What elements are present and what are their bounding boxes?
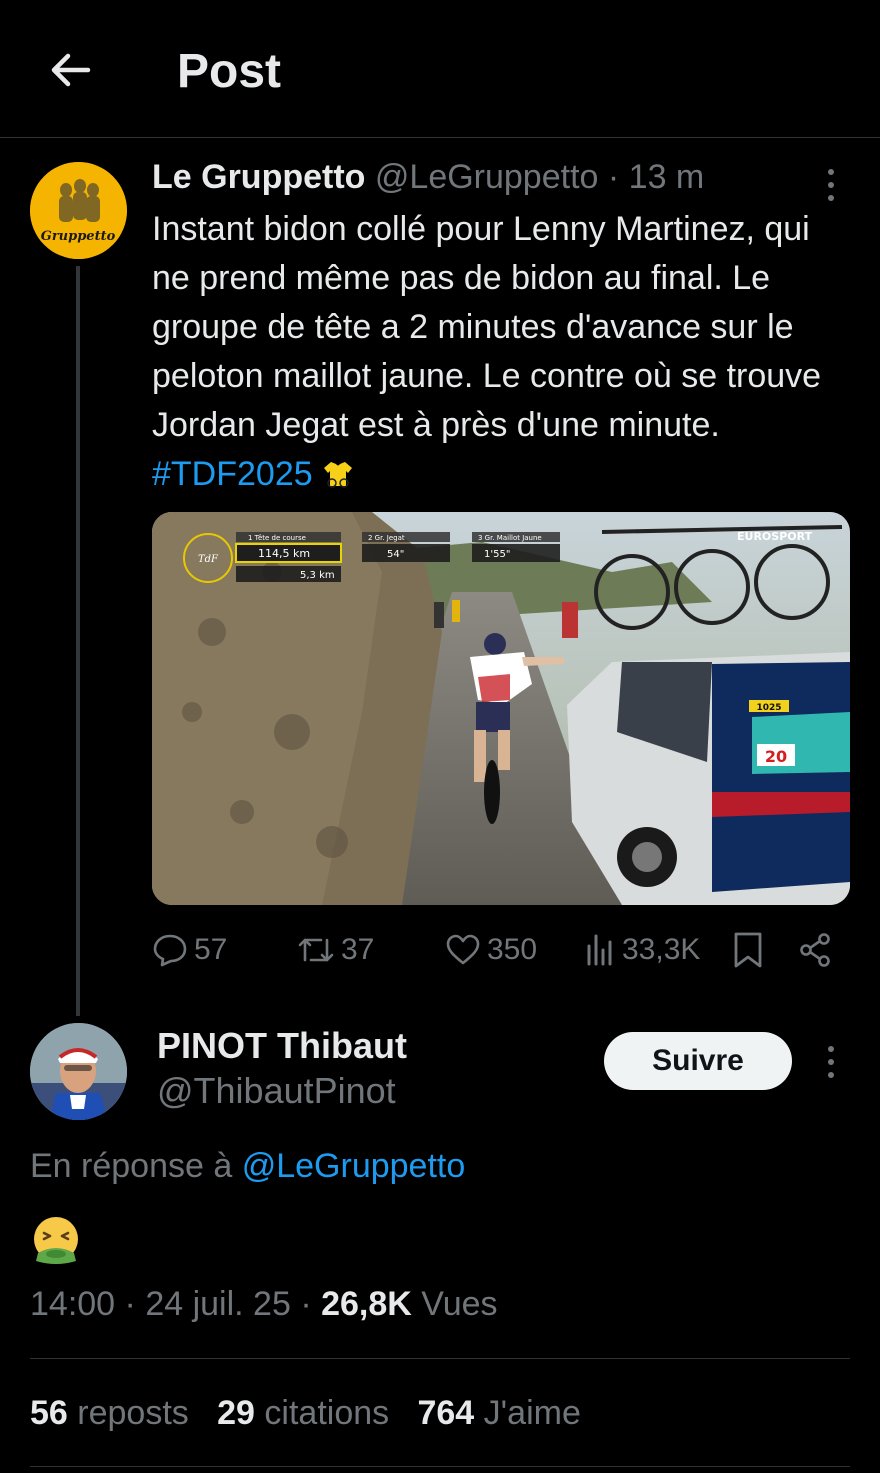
repost-icon [298,938,334,962]
tweet-actions: 57 37 350 33,3K [152,925,842,975]
svg-text:2 Gr. Jegat: 2 Gr. Jegat [368,534,405,542]
reply-button[interactable]: 57 [152,925,227,975]
reply-context: En réponse à @LeGruppetto [30,1147,465,1186]
reposts-label: reposts [77,1394,189,1432]
reply-author-handle[interactable]: @ThibautPinot [157,1070,396,1112]
divider [30,1466,850,1467]
arrow-left-icon [51,53,91,87]
reposts-count: 56 [30,1394,68,1432]
like-count: 350 [487,933,538,966]
gruppetto-logo: Gruppetto [30,162,127,259]
bookmark-button[interactable] [732,925,764,975]
svg-text:3 Gr. Maillot Jaune: 3 Gr. Maillot Jaune [478,534,542,542]
post-date[interactable]: 24 juil. 25 [145,1285,291,1323]
repost-count: 37 [341,933,375,966]
svg-text:5,3 km: 5,3 km [300,570,335,581]
views-label: Vues [421,1285,498,1323]
thread-line [76,266,80,1016]
nauseated-face-icon [34,1217,78,1264]
share-button[interactable] [797,925,833,975]
svg-text:54": 54" [387,549,404,560]
divider [30,1358,850,1359]
meta-separator: · [300,1285,312,1323]
reply-mention-link[interactable]: @LeGruppetto [242,1147,466,1185]
author-name[interactable]: Le Gruppetto [152,158,365,196]
tweet-body: Instant bidon collé pour Lenny Martinez,… [152,210,822,444]
post-time[interactable]: 14:00 [30,1285,115,1323]
page-title: Post [177,45,282,98]
back-button[interactable] [44,44,96,96]
reply-more-options-button[interactable] [821,1042,841,1082]
reply-count: 57 [194,933,228,966]
comment-icon [153,934,187,967]
reply-author-name[interactable]: PINOT Thibaut [157,1025,407,1067]
like-button[interactable]: 350 [445,925,537,975]
likes-stat[interactable]: 764 J'aime [417,1394,580,1432]
svg-text:EUROSPORT: EUROSPORT [737,530,813,543]
svg-text:1 Tête de course: 1 Tête de course [248,534,306,542]
heart-icon [446,934,480,965]
tweet-header: Le Gruppetto @LeGruppetto · 13 m [152,158,704,197]
repost-button[interactable]: 37 [297,925,374,975]
reply-prefix: En réponse à [30,1147,233,1185]
more-options-button[interactable] [821,165,841,205]
tweet-text: Instant bidon collé pour Lenny Martinez,… [152,205,852,499]
time-separator: · [607,158,620,196]
bookmark-icon [734,932,762,968]
meta-separator: · [124,1285,136,1323]
hashtag-link[interactable]: #TDF2025 [152,455,313,493]
quotes-label: citations [264,1394,390,1432]
profile-photo [30,1023,127,1120]
likes-label: J'aime [483,1394,581,1432]
author-handle[interactable]: @LeGruppetto [375,158,599,196]
svg-text:1025: 1025 [756,703,781,713]
views-total: 26,8K [321,1285,412,1323]
engagement-stats: 56 reposts 29 citations 764 J'aime [30,1394,581,1433]
share-icon [800,933,830,967]
race-photo: 20 1025 TdF 1 Tête de course 114,5 km 5,… [152,512,850,905]
svg-text:20: 20 [765,747,787,766]
tdf-logo: TdF [198,554,219,565]
likes-count: 764 [417,1394,475,1432]
top-bar: Post [0,0,880,138]
analytics-icon [587,934,612,966]
yellow-jersey-icon [324,462,353,488]
svg-text:114,5 km: 114,5 km [258,547,310,560]
quotes-count: 29 [217,1394,255,1432]
svg-text:1'55": 1'55" [484,549,510,560]
views-button[interactable]: 33,3K [584,925,700,975]
tweet-media-image[interactable]: 20 1025 TdF 1 Tête de course 114,5 km 5,… [152,512,850,905]
avatar[interactable]: Gruppetto [30,162,127,259]
reposts-stat[interactable]: 56 reposts [30,1394,189,1432]
follow-button[interactable]: Suivre [604,1032,792,1090]
quotes-stat[interactable]: 29 citations [217,1394,389,1432]
reply-avatar[interactable] [30,1023,127,1120]
tweet-time[interactable]: 13 m [629,158,705,196]
svg-text:Gruppetto: Gruppetto [41,229,116,244]
views-count: 33,3K [622,933,701,966]
post-metadata: 14:00 · 24 juil. 25 · 26,8K Vues [30,1285,498,1324]
